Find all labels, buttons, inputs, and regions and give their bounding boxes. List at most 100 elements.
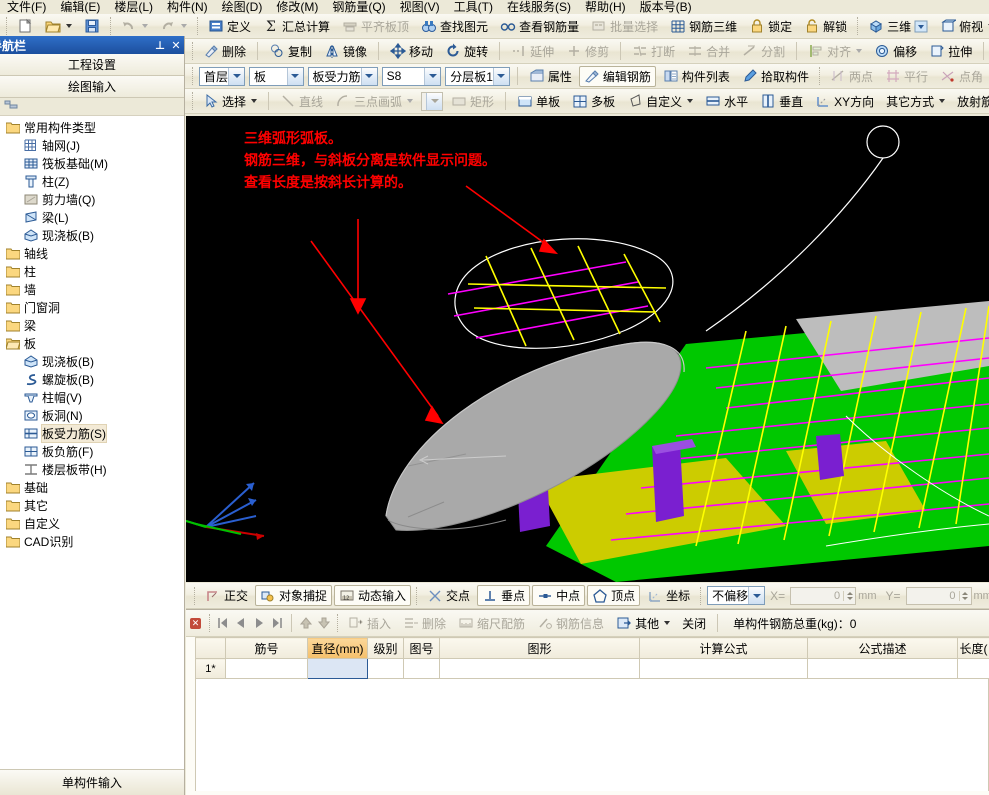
insert-row-button[interactable]: 插入: [343, 613, 396, 634]
tree-item-17[interactable]: 板受力筋(S): [0, 423, 184, 443]
col-rownum[interactable]: [195, 637, 226, 659]
next-record-button[interactable]: [250, 613, 268, 633]
move-down-button[interactable]: [315, 613, 333, 633]
three-point-arc-caret-icon[interactable]: [407, 99, 414, 103]
other-mode-caret-icon[interactable]: [939, 99, 946, 103]
y-spinner-icon[interactable]: [958, 590, 971, 601]
custom-draw-button[interactable]: 自定义: [622, 91, 698, 112]
three-d-view-button[interactable]: 三维: [863, 16, 933, 37]
tree-item-0[interactable]: 常用构件类型: [0, 118, 184, 136]
chevron-down-icon[interactable]: [492, 67, 509, 85]
tree-item-23[interactable]: CAD识别: [0, 532, 184, 550]
define-button[interactable]: 定义: [203, 16, 256, 37]
col-diameter[interactable]: 直径(mm): [307, 637, 368, 659]
break-button[interactable]: 打断: [627, 41, 680, 62]
offset-mode-select[interactable]: 不偏移: [707, 586, 766, 605]
chevron-down-icon[interactable]: [426, 92, 443, 110]
other-menu-button[interactable]: 其他: [611, 613, 675, 634]
select-tool-caret-icon[interactable]: [251, 99, 258, 103]
single-slab-button[interactable]: 单板: [512, 91, 565, 112]
redo-caret-icon[interactable]: [181, 24, 187, 28]
close-panel-button[interactable]: 关闭: [677, 613, 711, 634]
expand-tree-icon[interactable]: [4, 99, 18, 115]
tree-item-22[interactable]: 自定义: [0, 514, 184, 532]
tree-item-18[interactable]: 板负筋(F): [0, 442, 184, 460]
horizontal-button[interactable]: 水平: [700, 91, 753, 112]
menu-item-view[interactable]: 视图(V): [393, 1, 447, 14]
two-point-button[interactable]: 两点: [825, 66, 878, 87]
multi-slab-button[interactable]: 多板: [567, 91, 620, 112]
custom-draw-caret-icon[interactable]: [687, 99, 694, 103]
menu-item-rebar[interactable]: 钢筋量(Q): [325, 1, 392, 14]
col-length[interactable]: 长度(: [957, 637, 989, 659]
select-tool-button[interactable]: 选择: [198, 91, 262, 112]
close-icon[interactable]: ✕: [190, 617, 201, 629]
unlock-button[interactable]: 解锁: [799, 16, 852, 37]
nav-project-settings[interactable]: 工程设置: [0, 54, 184, 76]
cell-length[interactable]: [957, 658, 989, 679]
top-view-button[interactable]: 俯视: [935, 16, 989, 37]
pin-icon[interactable]: ⊥: [152, 39, 168, 52]
layer-select[interactable]: 分层板1: [445, 66, 510, 86]
dynamic-input-toggle[interactable]: 12 动态输入: [334, 585, 412, 606]
snap-coordinate[interactable]: 坐标: [642, 585, 695, 606]
tree-item-21[interactable]: 其它: [0, 496, 184, 514]
cell-shape-no[interactable]: [403, 658, 440, 679]
radial-rebar-button[interactable]: 放射筋: [952, 91, 989, 112]
chevron-down-icon[interactable]: [286, 67, 303, 85]
undo-caret-icon[interactable]: [142, 24, 148, 28]
properties-button[interactable]: 属性: [524, 66, 577, 87]
object-snap-toggle[interactable]: 对象捕捉: [255, 585, 333, 606]
merge-button[interactable]: 合并: [682, 41, 735, 62]
parallel-button[interactable]: 平行: [880, 66, 933, 87]
x-offset-input[interactable]: 0: [790, 586, 857, 605]
move-button[interactable]: 移动: [385, 41, 438, 62]
other-mode-button[interactable]: 其它方式: [881, 91, 950, 112]
menu-item-file[interactable]: 文件(F): [0, 1, 53, 14]
edit-rebar-button[interactable]: 编辑钢筋: [578, 65, 656, 87]
menu-item-modify[interactable]: 修改(M): [269, 1, 325, 14]
tree-item-5[interactable]: 梁(L): [0, 208, 184, 226]
tree-item-11[interactable]: 梁: [0, 316, 184, 334]
menu-item-edit[interactable]: 编辑(E): [53, 1, 107, 14]
tree-item-8[interactable]: 柱: [0, 262, 184, 280]
batch-select-button[interactable]: 批量选择: [586, 16, 663, 37]
menu-item-online[interactable]: 在线服务(S): [500, 1, 578, 14]
arc-mode-select[interactable]: [421, 91, 444, 111]
delete-button[interactable]: 删除: [198, 41, 251, 62]
tree-item-9[interactable]: 墙: [0, 280, 184, 298]
snap-perpendicular[interactable]: 垂点: [477, 585, 531, 606]
table-row[interactable]: 1*: [195, 658, 989, 679]
y-offset-input[interactable]: 0: [905, 586, 972, 605]
category-select[interactable]: 板: [249, 66, 304, 86]
row-number[interactable]: 1*: [195, 658, 226, 679]
pick-member-button[interactable]: 拾取构件: [737, 66, 814, 87]
undo-button[interactable]: [116, 16, 153, 37]
rotate-button[interactable]: 旋转: [440, 41, 493, 62]
line-tool-button[interactable]: 直线: [275, 91, 328, 112]
tree-item-16[interactable]: 板洞(N): [0, 406, 184, 424]
new-file-button[interactable]: [12, 16, 38, 37]
tree-item-14[interactable]: 螺旋板(B): [0, 370, 184, 388]
member-type-select[interactable]: 板受力筋: [307, 66, 378, 86]
rebar-table[interactable]: 筋号 直径(mm) 级别 图号 图形 计算公式 公式描述 长度( 1*: [195, 637, 989, 679]
tree-item-13[interactable]: 现浇板(B): [0, 352, 184, 370]
lock-button[interactable]: 锁定: [744, 16, 797, 37]
split-button[interactable]: 分割: [737, 41, 790, 62]
x-spinner-icon[interactable]: [843, 590, 855, 601]
chevron-down-icon[interactable]: [424, 67, 441, 85]
three-point-arc-button[interactable]: 三点画弧: [330, 91, 418, 112]
col-rebar-no[interactable]: 筋号: [225, 637, 308, 659]
offset-button[interactable]: 偏移: [869, 41, 922, 62]
menu-item-floor[interactable]: 楼层(L): [107, 1, 160, 14]
cell-shape[interactable]: [439, 658, 640, 679]
tree-item-15[interactable]: 柱帽(V): [0, 388, 184, 406]
tree-item-1[interactable]: 轴网(J): [0, 136, 184, 154]
snap-intersection[interactable]: 交点: [422, 585, 475, 606]
vertical-button[interactable]: 垂直: [755, 91, 808, 112]
tree-item-19[interactable]: 楼层板带(H): [0, 460, 184, 478]
tree-item-2[interactable]: 筏板基础(M): [0, 154, 184, 172]
nav-single-member-input[interactable]: 单构件输入: [0, 769, 184, 795]
floor-select[interactable]: 首层: [199, 66, 246, 86]
trim-button[interactable]: 修剪: [561, 41, 614, 62]
